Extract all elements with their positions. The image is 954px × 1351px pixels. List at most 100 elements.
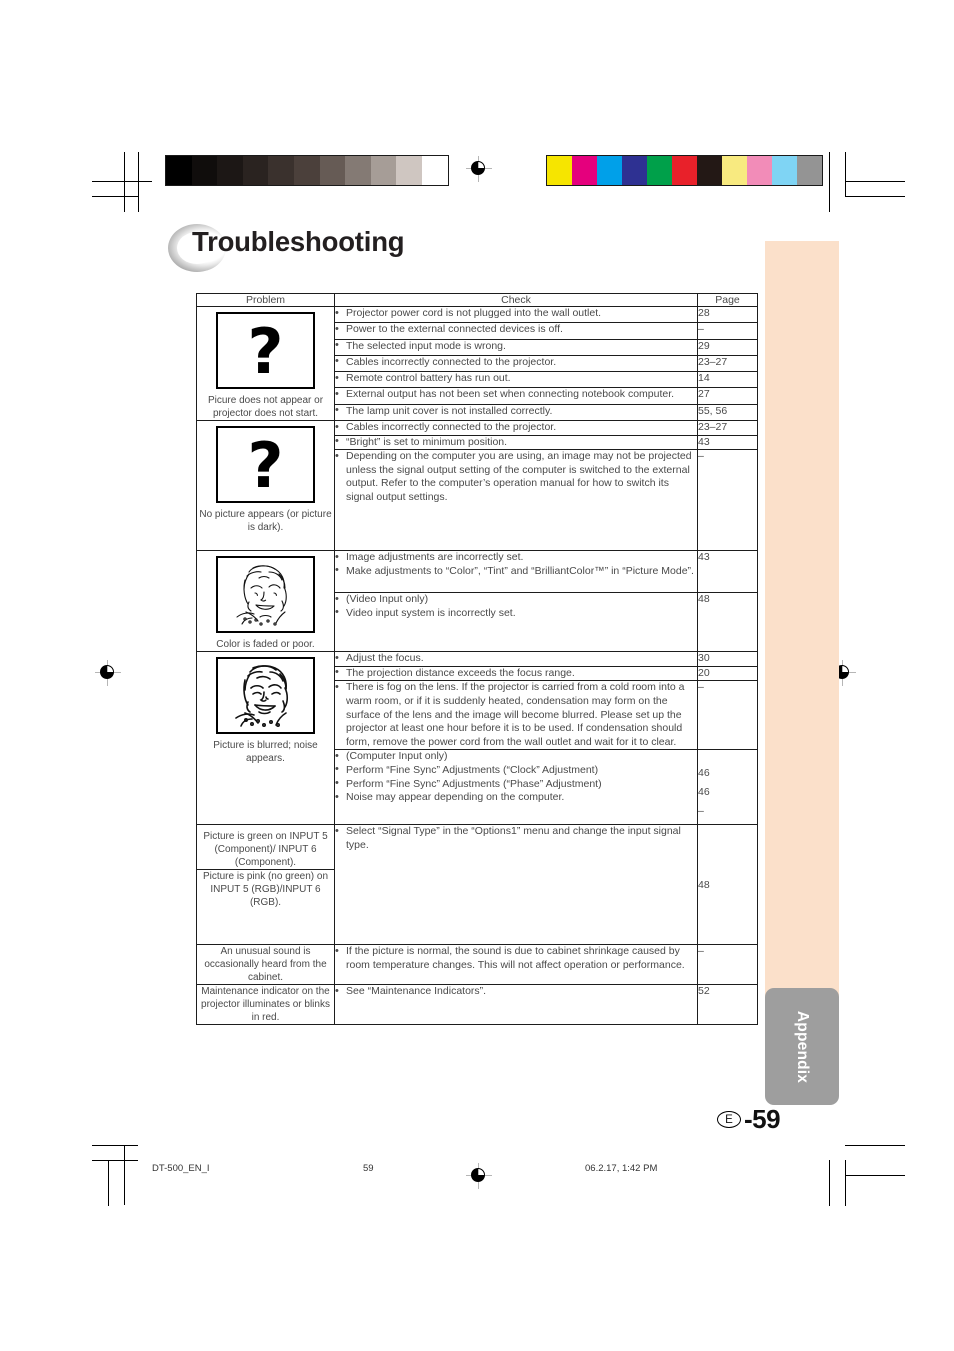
- check-item: Remote control battery has run out.: [335, 372, 697, 386]
- column-header-page: Page: [697, 293, 758, 307]
- face-blurred-icon: [216, 657, 315, 735]
- check-list: Depending on the computer you are using,…: [335, 450, 697, 504]
- page-ref: –: [698, 945, 704, 958]
- crop-mark-bottom-left-vertical-outer: [108, 1160, 109, 1206]
- page-cell: –: [697, 322, 758, 340]
- check-item: Image adjustments are incorrectly set.: [335, 551, 697, 565]
- problem-cell: ? No picture appears (or picture is dark)…: [196, 419, 335, 552]
- check-item: Noise may appear depending on the comput…: [335, 791, 697, 805]
- side-tab-appendix: Appendix: [765, 988, 839, 1105]
- color-swatch: [217, 156, 243, 185]
- crop-mark-top-left-horizontal-outer: [92, 196, 138, 197]
- table-row: Maintenance indicator on the projector i…: [196, 984, 758, 1026]
- page-ref: 27: [698, 388, 710, 401]
- check-cell: The lamp unit cover is not installed cor…: [334, 403, 698, 422]
- page-cell: 48: [697, 824, 758, 946]
- registration-mark-top: [466, 156, 492, 182]
- check-list: The selected input mode is wrong.: [335, 339, 697, 354]
- page-ref: 23–27: [698, 355, 728, 368]
- crop-mark-top-left-horizontal: [92, 181, 152, 182]
- page-cell: 23–27: [697, 420, 758, 436]
- color-swatch: [747, 156, 772, 185]
- crop-mark-top-right-horizontal-outer: [845, 181, 905, 182]
- check-cell: Remote control battery has run out.: [334, 371, 698, 389]
- check-list: Power to the external connected devices …: [335, 323, 697, 337]
- crop-mark-bottom-left-horizontal: [92, 1145, 138, 1146]
- page-ref: 30: [698, 652, 710, 665]
- page-cell: 29: [697, 338, 758, 356]
- check-item: If the picture is normal, the sound is d…: [335, 945, 697, 972]
- problem-cell: Picture is blurred; noise appears.: [196, 651, 335, 826]
- problem-cell: Maintenance indicator on the projector i…: [196, 984, 335, 1026]
- page-cell: 30: [697, 651, 758, 667]
- page-cell: 43: [697, 434, 758, 451]
- table-row: ? Picure does not appear or projector doe…: [196, 305, 758, 421]
- table-row: ? No picture appears (or picture is dark)…: [196, 419, 758, 552]
- check-cell: Projector power cord is not plugged into…: [334, 305, 698, 324]
- page-cell: –: [697, 944, 758, 986]
- color-swatch: [396, 156, 422, 185]
- check-cell: (Computer Input only)Perform “Fine Sync”…: [334, 749, 698, 826]
- color-swatch: [293, 156, 320, 185]
- page-ref: 29: [698, 339, 710, 352]
- registration-mark-left: [95, 660, 121, 686]
- check-cell: Cables incorrectly connected to the proj…: [334, 420, 698, 436]
- footer-page-number: 59: [363, 1163, 374, 1174]
- page-ref: –: [698, 450, 704, 463]
- crop-mark-bottom-right-vertical: [829, 1160, 830, 1206]
- check-item: Perform “Fine Sync” Adjustments (“Phase”…: [335, 777, 697, 792]
- check-item: Video input system is incorrectly set.: [335, 606, 697, 621]
- check-list: Adjust the focus.: [335, 652, 697, 666]
- problem-caption: Picure does not appear or projector does…: [207, 395, 324, 419]
- check-item: The projection distance exceeds the focu…: [335, 666, 697, 681]
- check-list: Image adjustments are incorrectly set.Ma…: [335, 551, 697, 578]
- check-cell: “Bright” is set to minimum position.: [334, 434, 698, 451]
- page-ref: 43: [698, 435, 710, 448]
- crop-mark-bottom-left-horizontal-outer: [92, 1160, 138, 1161]
- page-cell: 14: [697, 371, 758, 389]
- problem-cell: Picture is pink (no green) on INPUT 5 (R…: [196, 869, 335, 946]
- check-item: Adjust the focus.: [335, 652, 697, 666]
- check-cell: If the picture is normal, the sound is d…: [334, 944, 698, 986]
- problem-cell: ? Picure does not appear or projector doe…: [196, 306, 335, 421]
- side-tab-band: [765, 241, 839, 1001]
- check-cell: Depending on the computer you are using,…: [334, 449, 698, 552]
- column-header-check: Check: [334, 293, 698, 307]
- table-row: Picture is blurred; noise appears. Adjust…: [196, 651, 758, 826]
- table-row: Picture is green on INPUT 5 (Component)/…: [196, 824, 758, 946]
- check-item: The lamp unit cover is not installed cor…: [335, 404, 697, 419]
- page-ref: –: [698, 681, 704, 694]
- region-code-badge: E: [717, 1111, 741, 1128]
- table-header-row: Problem Check Page: [196, 293, 758, 307]
- color-swatch: [370, 156, 397, 185]
- problem-cell: An unusual sound is occasionally heard f…: [196, 944, 335, 986]
- page-title-block: Troubleshooting: [168, 224, 588, 284]
- check-cell: The selected input mode is wrong.: [334, 338, 698, 356]
- page-ref: –: [698, 323, 704, 336]
- check-cell: The projection distance exceeds the focu…: [334, 665, 698, 682]
- color-swatch: [797, 156, 822, 185]
- crop-mark-bottom-left-vertical: [124, 1145, 125, 1205]
- table-row: An unusual sound is occasionally heard f…: [196, 944, 758, 986]
- problem-caption: Color is faded or poor.: [216, 639, 315, 651]
- page-cell: 52: [697, 984, 758, 1026]
- column-header-problem: Problem: [196, 293, 335, 307]
- check-cell: Power to the external connected devices …: [334, 322, 698, 340]
- page-cell: 46 46 –: [697, 749, 758, 826]
- page-ref: 52: [698, 985, 710, 998]
- page-cell: 55, 56: [697, 403, 758, 422]
- page-cell: –: [697, 680, 758, 751]
- footer-file-name: DT-500_EN_I: [152, 1163, 210, 1174]
- check-list: Projector power cord is not plugged into…: [335, 307, 697, 321]
- color-swatch: [622, 156, 647, 185]
- page-ref: 28: [698, 307, 710, 319]
- check-item: Projector power cord is not plugged into…: [335, 307, 697, 321]
- page-ref: 55, 56: [698, 404, 728, 417]
- check-item: The selected input mode is wrong.: [335, 339, 697, 354]
- check-item: There is fog on the lens. If the project…: [335, 681, 697, 749]
- color-swatch: [345, 156, 371, 185]
- page-ref: 48: [698, 593, 710, 606]
- color-swatch: [242, 156, 269, 185]
- color-swatch: [547, 156, 572, 185]
- color-swatch: [722, 156, 747, 185]
